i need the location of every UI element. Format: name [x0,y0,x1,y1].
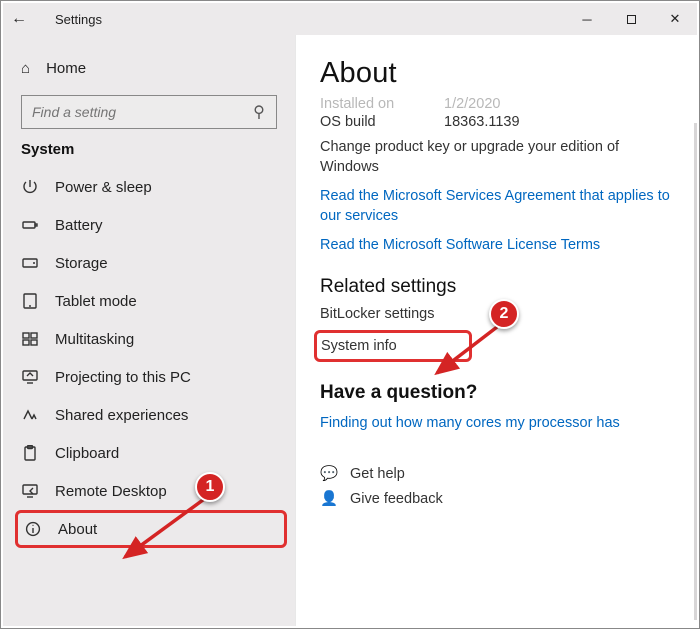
spec-label: Installed on [320,96,444,112]
get-help-icon: 💬 [320,465,340,482]
projecting-icon [21,368,39,386]
get-help-link[interactable]: 💬 Get help [320,465,679,482]
sidebar-item-battery[interactable]: Battery [3,206,295,244]
about-icon [24,520,42,538]
change-product-key-link[interactable]: Change product key or upgrade your editi… [320,138,679,177]
tablet-icon [21,292,39,310]
sidebar-item-projecting[interactable]: Projecting to this PC [3,358,295,396]
clipboard-icon [21,444,39,462]
spec-row-installed: Installed on 1/2/2020 [320,96,679,112]
remote-desktop-icon [21,482,39,500]
spec-value: 18363.1139 [444,114,520,130]
system-info-box: System info [314,330,472,362]
shared-experiences-icon [21,406,39,424]
sidebar-item-label: Storage [55,255,108,272]
maximize-button[interactable] [609,3,653,35]
titlebar: ← Settings ─ ✕ [3,3,697,35]
feedback-icon: 👤 [320,490,340,507]
sidebar-item-storage[interactable]: Storage [3,244,295,282]
annotation-badge-2: 2 [489,299,519,329]
sidebar-item-label: Power & sleep [55,179,152,196]
sidebar-item-label: Remote Desktop [55,483,167,500]
sidebar-item-label: Tablet mode [55,293,137,310]
related-settings-heading: Related settings [320,276,679,298]
search-box[interactable]: ⚲ [21,95,277,129]
sidebar-item-shared-experiences[interactable]: Shared experiences [3,396,295,434]
sidebar-item-label: Projecting to this PC [55,369,191,386]
multitasking-icon [21,330,39,348]
storage-icon [21,254,39,272]
search-icon: ⚲ [242,102,276,122]
cores-question-link[interactable]: Finding out how many cores my processor … [320,414,679,434]
category-heading: System [3,141,295,158]
services-agreement-link[interactable]: Read the Microsoft Services Agreement th… [320,187,679,226]
minimize-button[interactable]: ─ [565,3,609,35]
sidebar-item-label: Clipboard [55,445,119,462]
give-feedback-link[interactable]: 👤 Give feedback [320,490,679,507]
sidebar: ⌂ Home ⚲ System Power & sleep Battery [3,35,295,626]
sidebar-item-multitasking[interactable]: Multitasking [3,320,295,358]
system-info-link[interactable]: System info [321,338,397,354]
spec-label: OS build [320,114,444,130]
search-input[interactable] [22,104,242,120]
license-terms-link[interactable]: Read the Microsoft Software License Term… [320,236,679,256]
home-nav[interactable]: ⌂ Home [3,49,295,87]
home-label: Home [46,60,86,77]
close-button[interactable]: ✕ [653,3,697,35]
sidebar-item-about[interactable]: About [15,510,287,548]
content-pane: About Installed on 1/2/2020 OS build 183… [295,35,697,626]
scrollbar[interactable] [694,123,697,620]
sidebar-item-tablet-mode[interactable]: Tablet mode [3,282,295,320]
sidebar-item-label: About [58,521,97,538]
spec-value: 1/2/2020 [444,96,500,112]
battery-icon [21,216,39,234]
back-button[interactable]: ← [7,10,31,28]
home-icon: ⌂ [21,60,30,77]
page-title: About [320,57,679,90]
sidebar-item-label: Battery [55,217,103,234]
sidebar-item-label: Shared experiences [55,407,188,424]
window-title: Settings [55,12,102,27]
sidebar-item-label: Multitasking [55,331,134,348]
sidebar-item-power-sleep[interactable]: Power & sleep [3,168,295,206]
annotation-badge-1: 1 [195,472,225,502]
question-heading: Have a question? [320,382,679,404]
power-icon [21,178,39,196]
sidebar-item-remote-desktop[interactable]: Remote Desktop [3,472,295,510]
sidebar-item-clipboard[interactable]: Clipboard [3,434,295,472]
spec-row-build: OS build 18363.1139 [320,114,679,130]
